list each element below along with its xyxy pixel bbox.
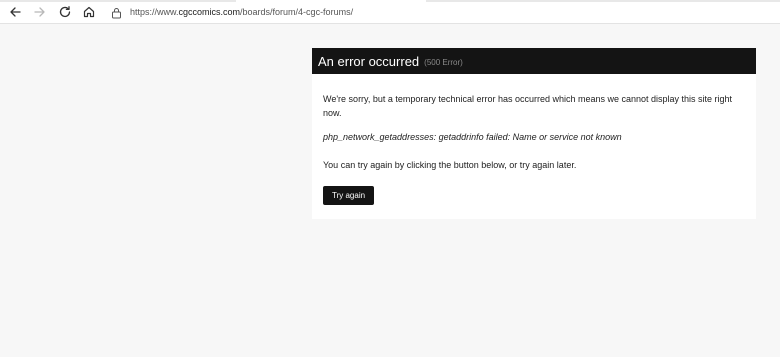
error-title: An error occurred [318, 53, 420, 69]
home-icon[interactable] [82, 5, 96, 19]
back-arrow-icon[interactable] [8, 5, 22, 19]
reload-icon[interactable] [58, 5, 72, 19]
error-card: An error occurred (500 Error) We're sorr… [312, 48, 756, 219]
try-again-button[interactable]: Try again [323, 186, 375, 205]
url-host: cgccomics.com [178, 7, 241, 17]
address-bar-url[interactable]: https://www.cgccomics.com/boards/forum/4… [130, 6, 353, 18]
browser-toolbar: https://www.cgccomics.com/boards/forum/4… [0, 0, 780, 24]
url-path: /boards/forum/4-cgc-forums/ [240, 7, 354, 17]
error-code: (500 Error) [424, 57, 463, 67]
error-detail: php_network_getaddresses: getaddrinfo fa… [323, 132, 622, 142]
url-prefix: https://www. [130, 7, 179, 17]
error-header: An error occurred (500 Error) [312, 48, 756, 74]
error-hint: You can try again by clicking the button… [323, 160, 577, 170]
error-message: We're sorry, but a temporary technical e… [323, 94, 733, 118]
tab-strip-edge [0, 0, 780, 2]
active-tab-edge [236, 0, 426, 2]
forward-arrow-icon[interactable] [33, 5, 47, 19]
error-body: We're sorry, but a temporary technical e… [312, 74, 756, 205]
lock-icon[interactable] [111, 6, 122, 19]
